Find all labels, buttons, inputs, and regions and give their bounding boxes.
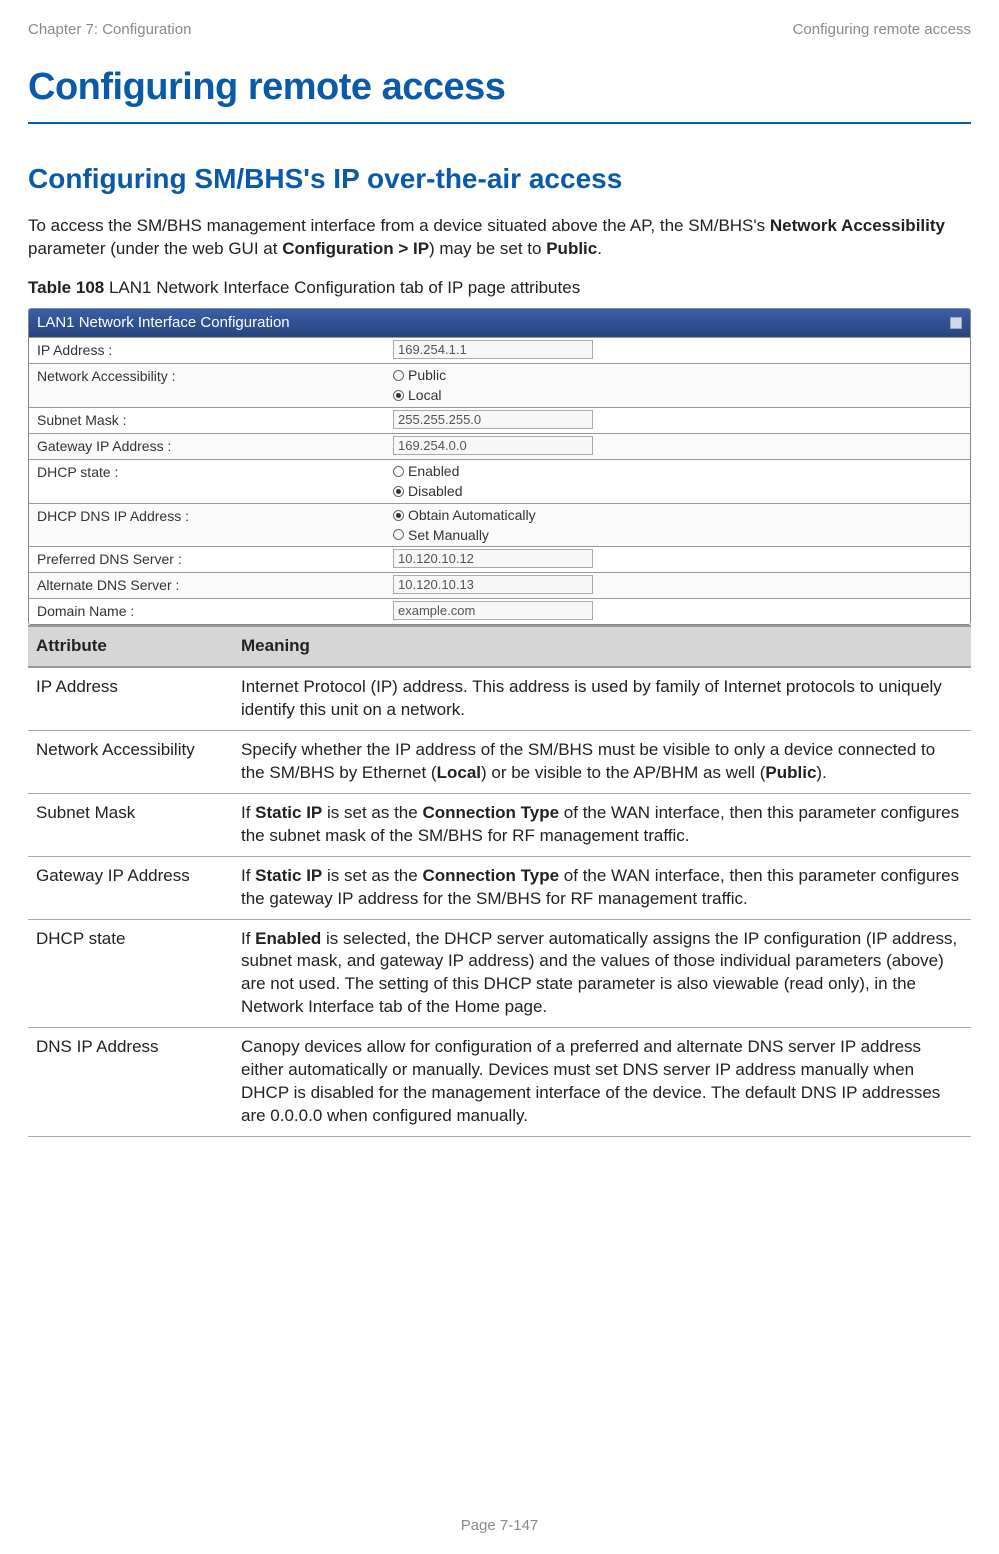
table-row: IP Address Internet Protocol (IP) addres… xyxy=(28,667,971,730)
table-row: Subnet Mask If Static IP is set as the C… xyxy=(28,793,971,856)
chapter-label: Chapter 7: Configuration xyxy=(28,20,191,40)
gateway-ip-label: Gateway IP Address : xyxy=(29,434,389,459)
section-title: Configuring SM/BHS's IP over-the-air acc… xyxy=(28,160,971,198)
page-title: Configuring remote access xyxy=(28,62,971,123)
header-section-label: Configuring remote access xyxy=(793,20,971,40)
dhcp-state-label: DHCP state : xyxy=(29,460,389,503)
radio-icon xyxy=(393,529,404,540)
table-row: DNS IP Address Canopy devices allow for … xyxy=(28,1028,971,1137)
network-accessibility-public[interactable]: Public xyxy=(393,366,966,385)
lan1-config-panel: LAN1 Network Interface Configuration IP … xyxy=(28,308,971,625)
dhcp-state-enabled[interactable]: Enabled xyxy=(393,462,966,481)
preferred-dns-input[interactable] xyxy=(393,549,593,568)
dhcp-state-disabled[interactable]: Disabled xyxy=(393,482,966,501)
panel-collapse-icon[interactable] xyxy=(950,317,962,329)
domain-name-input[interactable] xyxy=(393,601,593,620)
col-attribute: Attribute xyxy=(28,626,233,667)
table-row: DHCP state If Enabled is selected, the D… xyxy=(28,919,971,1028)
intro-paragraph: To access the SM/BHS management interfac… xyxy=(28,215,971,261)
table-row: Gateway IP Address If Static IP is set a… xyxy=(28,856,971,919)
radio-icon xyxy=(393,390,404,401)
radio-icon xyxy=(393,370,404,381)
col-meaning: Meaning xyxy=(233,626,971,667)
domain-name-label: Domain Name : xyxy=(29,599,389,624)
radio-icon xyxy=(393,466,404,477)
table-caption: Table 108 LAN1 Network Interface Configu… xyxy=(28,277,971,300)
network-accessibility-label: Network Accessibility : xyxy=(29,364,389,407)
radio-icon xyxy=(393,510,404,521)
network-accessibility-local[interactable]: Local xyxy=(393,386,966,405)
table-row: Network Accessibility Specify whether th… xyxy=(28,730,971,793)
subnet-mask-label: Subnet Mask : xyxy=(29,408,389,433)
page-number: Page 7-147 xyxy=(0,1516,999,1536)
dns-obtain-auto[interactable]: Obtain Automatically xyxy=(393,506,966,525)
alternate-dns-input[interactable] xyxy=(393,575,593,594)
alternate-dns-label: Alternate DNS Server : xyxy=(29,573,389,598)
lan1-panel-title: LAN1 Network Interface Configuration xyxy=(37,313,290,333)
ip-address-input[interactable] xyxy=(393,340,593,359)
ip-address-label: IP Address : xyxy=(29,338,389,363)
attributes-table: Attribute Meaning IP Address Internet Pr… xyxy=(28,625,971,1137)
subnet-mask-input[interactable] xyxy=(393,410,593,429)
radio-icon xyxy=(393,486,404,497)
preferred-dns-label: Preferred DNS Server : xyxy=(29,547,389,572)
gateway-ip-input[interactable] xyxy=(393,436,593,455)
dns-set-manually[interactable]: Set Manually xyxy=(393,526,966,545)
dhcp-dns-label: DHCP DNS IP Address : xyxy=(29,504,389,547)
